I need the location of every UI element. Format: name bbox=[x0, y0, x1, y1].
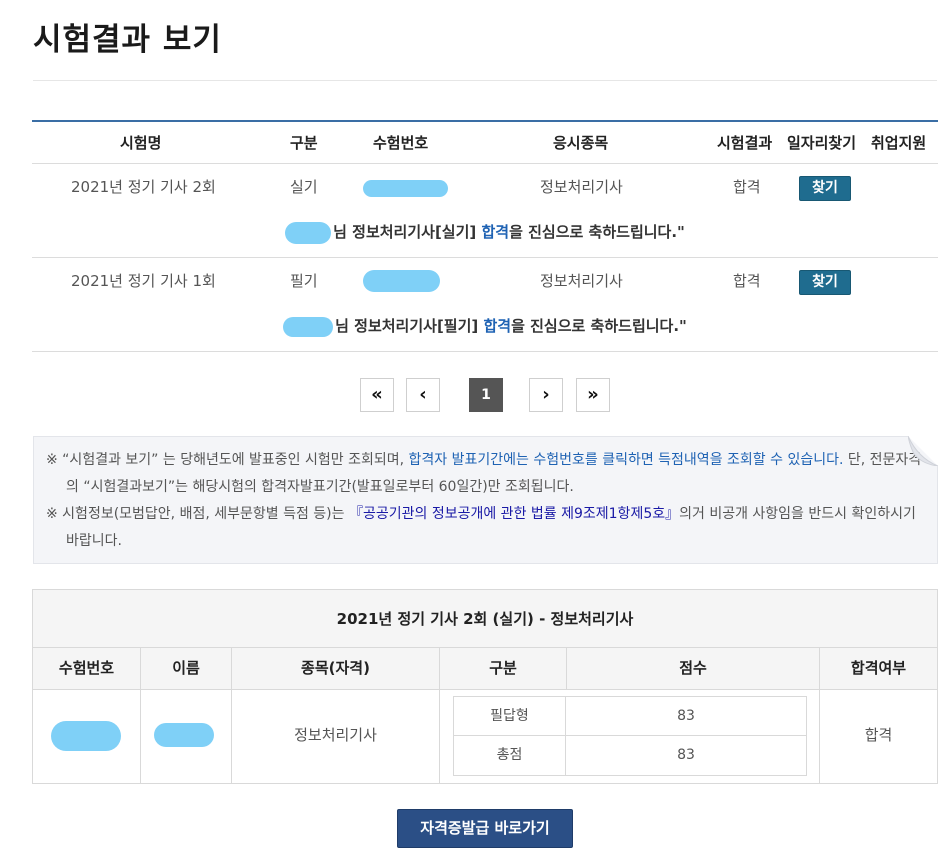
score-row: 필답형 83 bbox=[454, 697, 806, 736]
exam-result: 합격 bbox=[733, 272, 761, 290]
redacted-exam-number[interactable] bbox=[363, 270, 440, 292]
header-employment-support: 취업지원 bbox=[871, 134, 927, 152]
header-exam-number: 수험번호 bbox=[373, 134, 429, 152]
redacted-name bbox=[154, 723, 214, 747]
redacted-name bbox=[285, 221, 332, 244]
congratulation-message: 님 정보처리기사[필기] 합격을 진심으로 축하드립니다." bbox=[32, 305, 938, 352]
detail-header-name: 이름 bbox=[141, 648, 232, 690]
header-exam-name: 시험명 bbox=[120, 134, 162, 152]
redacted-exam-number[interactable] bbox=[363, 180, 448, 197]
exam-subject: 정보처리기사 bbox=[540, 272, 623, 290]
redacted-name bbox=[283, 316, 334, 337]
exam-type: 필기 bbox=[290, 272, 318, 290]
title-divider bbox=[33, 80, 937, 81]
detail-header-score: 점수 bbox=[567, 648, 820, 690]
redacted-exam-number bbox=[51, 721, 121, 751]
results-table: 시험명 구분 수험번호 응시종목 시험결과 일자리찾기 취업지원 2021년 정… bbox=[32, 120, 938, 352]
congratulation-message: 님 정보처리기사[실기] 합격을 진심으로 축하드립니다." bbox=[32, 211, 938, 258]
job-search-button[interactable]: 찾기 bbox=[799, 176, 851, 201]
first-page-button[interactable]: « bbox=[360, 378, 394, 412]
detail-subject: 정보처리기사 bbox=[232, 690, 440, 783]
detail-header-row: 수험번호 이름 종목(자격) 구분 점수 합격여부 bbox=[33, 648, 937, 690]
next-page-button[interactable]: › bbox=[529, 378, 563, 412]
score-label: 총점 bbox=[454, 736, 566, 775]
exam-subject: 정보처리기사 bbox=[540, 178, 623, 196]
header-result: 시험결과 bbox=[717, 134, 773, 152]
header-job-search: 일자리찾기 bbox=[787, 134, 857, 152]
job-search-button[interactable]: 찾기 bbox=[799, 270, 851, 295]
header-type: 구분 bbox=[290, 134, 318, 152]
results-header-row: 시험명 구분 수험번호 응시종목 시험결과 일자리찾기 취업지원 bbox=[32, 122, 938, 164]
score-breakdown: 필답형 83 총점 83 bbox=[453, 696, 807, 776]
detail-header-exam-number: 수험번호 bbox=[33, 648, 141, 690]
detail-exam-number-cell bbox=[33, 690, 141, 783]
detail-header-pass: 합격여부 bbox=[850, 659, 907, 677]
detail-pass-status: 합격 bbox=[864, 726, 893, 744]
table-row: 2021년 정기 기사 1회 필기 정보처리기사 합격 찾기 bbox=[32, 258, 938, 305]
header-subject: 응시종목 bbox=[553, 134, 609, 152]
last-page-button[interactable]: » bbox=[576, 378, 610, 412]
detail-header-subject: 종목(자격) bbox=[232, 648, 440, 690]
page-title: 시험결과 보기 bbox=[33, 22, 222, 58]
score-value: 83 bbox=[677, 708, 695, 724]
notice-box: ※ “시험결과 보기” 는 당해년도에 발표중인 시험만 조회되며, 합격자 발… bbox=[33, 436, 938, 564]
exam-name: 2021년 정기 기사 2회 bbox=[71, 178, 216, 196]
score-row: 총점 83 bbox=[454, 736, 806, 775]
detail-row: 정보처리기사 합격 필답형 83 총점 83 bbox=[33, 690, 937, 783]
prev-page-button[interactable]: ‹ bbox=[406, 378, 440, 412]
detail-title: 2021년 정기 기사 2회 (실기) - 정보처리기사 bbox=[33, 590, 937, 648]
page-1-button[interactable]: 1 bbox=[469, 378, 503, 412]
table-row: 2021년 정기 기사 2회 실기 정보처리기사 합격 찾기 bbox=[32, 164, 938, 211]
exam-result: 합격 bbox=[733, 178, 761, 196]
page-curl-icon bbox=[908, 436, 938, 466]
score-label: 필답형 bbox=[454, 697, 566, 736]
exam-name: 2021년 정기 기사 1회 bbox=[71, 272, 216, 290]
notice-line-2: ※ 시험정보(모범답안, 배점, 세부문항별 득점 등)는 『공공기관의 정보공… bbox=[46, 506, 916, 549]
detail-header-type: 구분 bbox=[440, 648, 567, 690]
exam-type: 실기 bbox=[290, 178, 318, 196]
score-detail-table: 2021년 정기 기사 2회 (실기) - 정보처리기사 수험번호 이름 종목(… bbox=[32, 589, 938, 784]
detail-name-cell bbox=[141, 690, 232, 783]
notice-line-1: ※ “시험결과 보기” 는 당해년도에 발표중인 시험만 조회되며, 합격자 발… bbox=[46, 452, 922, 495]
score-value: 83 bbox=[677, 747, 695, 763]
certificate-issue-button[interactable]: 자격증발급 바로가기 bbox=[397, 809, 573, 848]
